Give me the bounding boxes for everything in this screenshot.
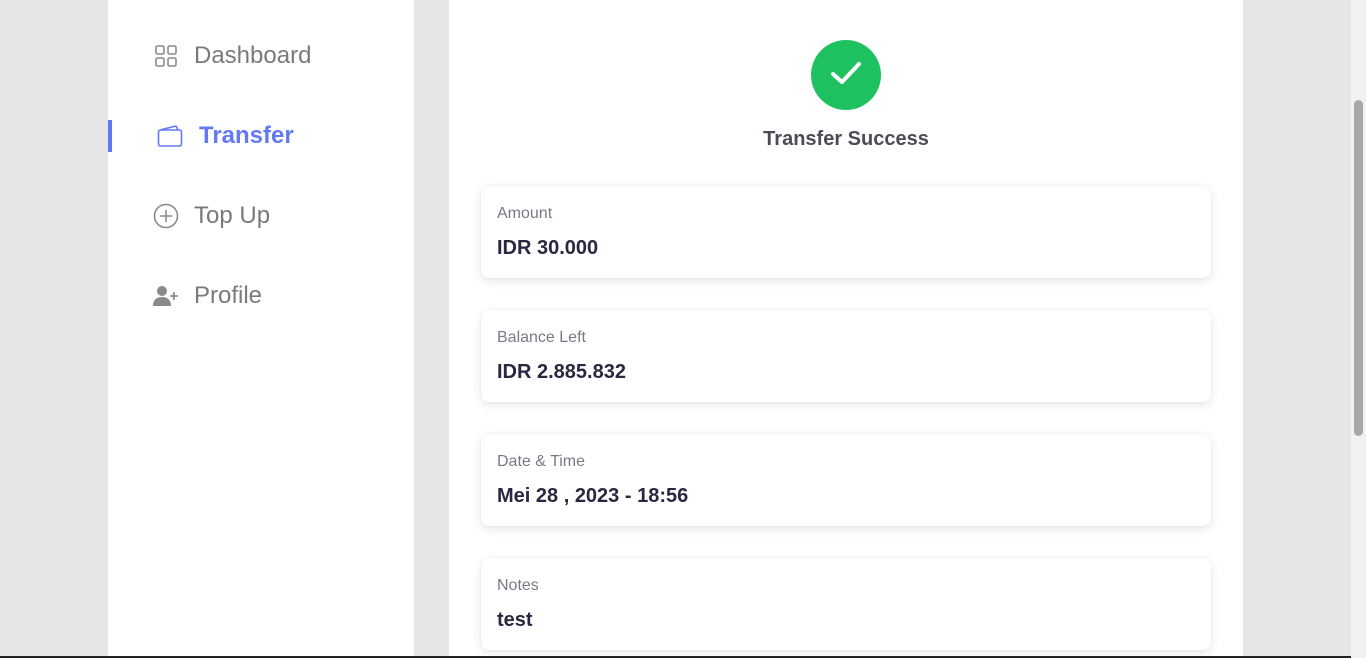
sidebar-item-top-up[interactable]: Top Up [108,194,414,238]
success-badge [811,40,881,110]
notes-label: Notes [497,577,539,594]
wallet-icon [157,123,183,149]
grid-icon [153,43,179,69]
date-time-value: Mei 28 , 2023 - 18:56 [497,485,689,507]
plus-circle-icon [153,203,179,229]
vertical-scrollbar[interactable] [1351,0,1366,658]
sidebar-item-dashboard[interactable]: Dashboard [108,34,414,78]
balance-left-label: Balance Left [497,329,586,346]
amount-label: Amount [497,205,553,222]
transfer-result-panel: Transfer Success Amount IDR 30.000 Balan… [449,0,1243,658]
sidebar: Dashboard Transfer Top Up Profile [108,0,414,658]
sidebar-item-label: Transfer [199,122,294,149]
sidebar-item-profile[interactable]: Profile [108,274,414,318]
page-title: Transfer Success [763,128,929,150]
scrollbar-thumb[interactable] [1354,100,1363,436]
balance-left-card: Balance Left IDR 2.885.832 [481,310,1211,402]
check-icon [828,55,864,96]
notes-card: Notes test [481,558,1211,650]
sidebar-item-label: Profile [194,282,263,309]
date-time-card: Date & Time Mei 28 , 2023 - 18:56 [481,434,1211,526]
amount-card: Amount IDR 30.000 [481,186,1211,278]
balance-left-value: IDR 2.885.832 [497,361,626,383]
notes-value: test [497,609,533,631]
user-add-icon [153,283,179,309]
page: Dashboard Transfer Top Up Profile Transf… [0,0,1366,658]
date-time-label: Date & Time [497,453,586,470]
sidebar-item-label: Top Up [194,202,271,229]
amount-value: IDR 30.000 [497,237,599,259]
sidebar-item-label: Dashboard [194,42,312,69]
sidebar-item-transfer[interactable]: Transfer [108,114,414,158]
